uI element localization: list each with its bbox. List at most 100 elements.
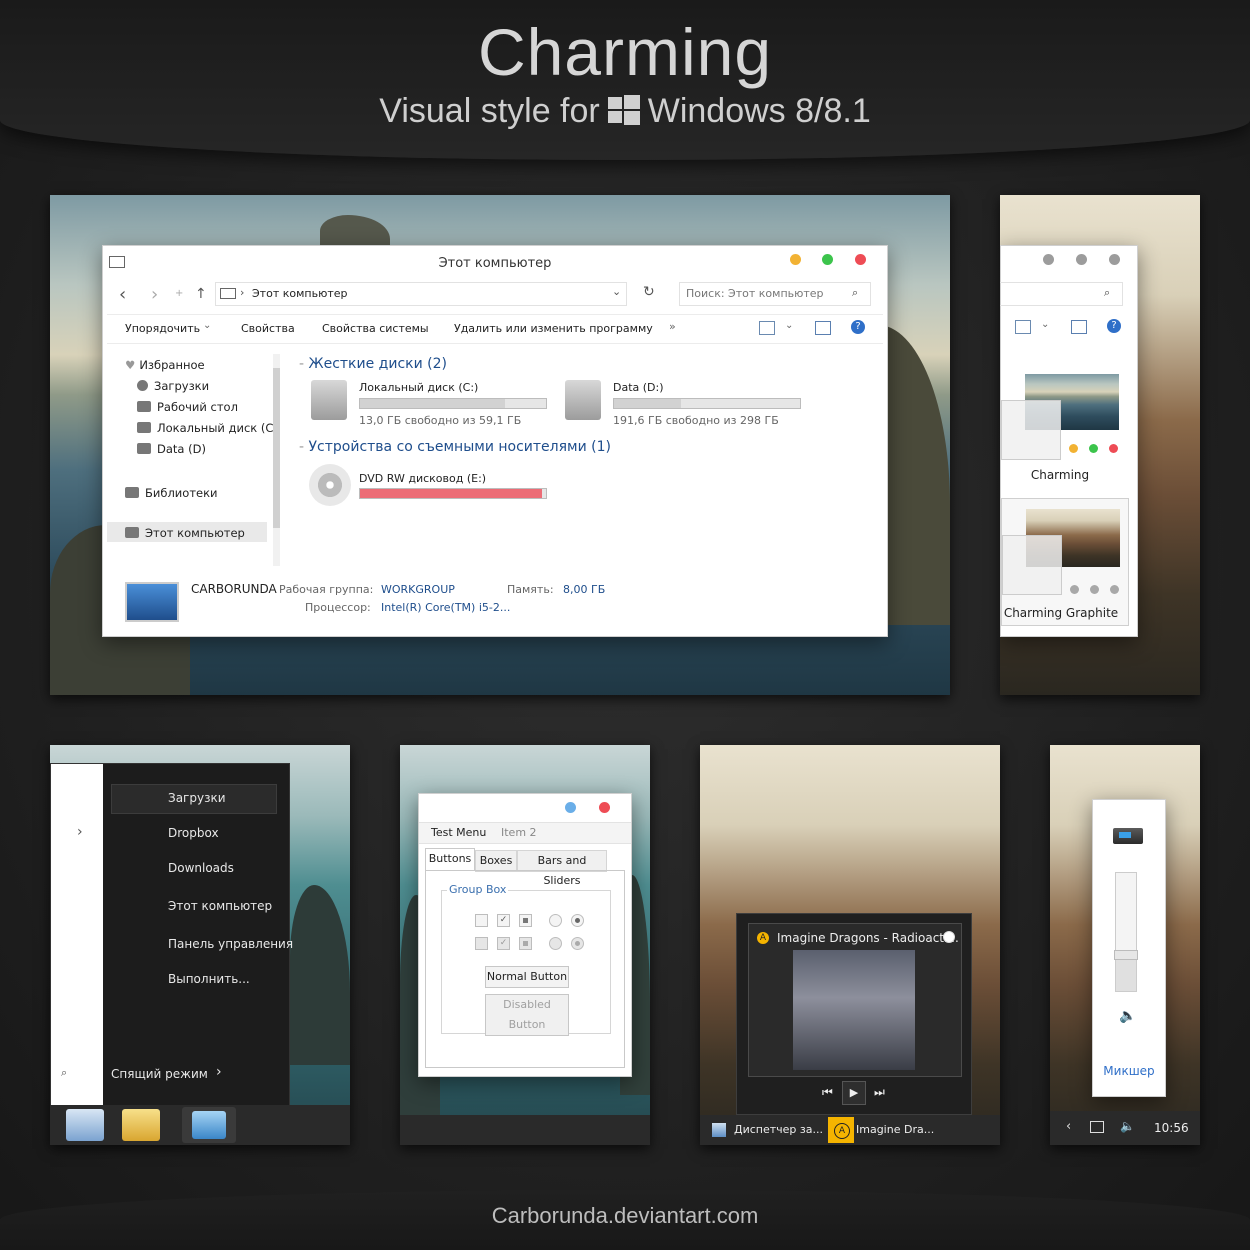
chevron-down-icon[interactable]: ⌄ <box>612 285 621 298</box>
taskbar-player-icon[interactable]: A <box>828 1117 854 1143</box>
nav-pane: ♥ Избранное Загрузки Рабочий стол Локальн… <box>107 346 287 571</box>
preview-pane-icon[interactable] <box>1071 320 1087 334</box>
play-icon[interactable]: ▶ <box>842 1081 866 1105</box>
chevron-down-icon[interactable]: ⌄ <box>785 320 793 331</box>
view-icon[interactable] <box>1015 320 1031 334</box>
nav-scrollbar[interactable] <box>273 354 280 566</box>
group-hard-drives[interactable]: - Жесткие диски (2) <box>299 356 447 372</box>
group-removable[interactable]: - Устройства со съемными носителями (1) <box>299 439 611 455</box>
search-input[interactable]: Поиск: Этот компьютер ⌕ <box>679 282 871 306</box>
personalize-window: ⌕ ⌄ ? Charming Charming Graphite <box>1000 245 1138 637</box>
more-button[interactable]: » <box>669 320 676 333</box>
radio-unchecked[interactable] <box>549 914 562 927</box>
search-icon[interactable]: ⌕ <box>61 1066 67 1080</box>
checkbox-checked[interactable]: ✓ <box>497 914 510 927</box>
checkbox-indeterminate[interactable] <box>519 914 532 927</box>
close-button[interactable] <box>1109 254 1120 265</box>
performance-monitor-icon[interactable] <box>66 1109 104 1141</box>
chevron-right-icon[interactable]: › <box>216 1064 222 1080</box>
drive-d-icon[interactable] <box>565 380 601 420</box>
start-item-this-pc[interactable]: Этот компьютер <box>168 899 272 913</box>
nav-this-pc[interactable]: Этот компьютер <box>125 526 245 540</box>
start-menu: › ⌕ <box>50 763 290 1107</box>
controls-preview: Test Menu Item 2 Buttons Boxes Bars and … <box>400 745 650 1145</box>
taskbar-task-manager[interactable]: Диспетчер за... <box>734 1123 823 1136</box>
search-input[interactable]: ⌕ <box>1000 282 1123 306</box>
nav-local-disk[interactable]: Локальный диск (C) <box>137 421 278 435</box>
help-icon[interactable]: ? <box>1107 319 1121 333</box>
dvd-name[interactable]: DVD RW дисковод (E:) <box>359 472 486 485</box>
minimize-button[interactable] <box>790 254 801 265</box>
network-icon[interactable] <box>1090 1121 1104 1133</box>
properties-button[interactable]: Свойства <box>241 322 295 335</box>
system-properties-button[interactable]: Свойства системы <box>322 322 429 335</box>
footer-credit[interactable]: Carborunda.deviantart.com <box>0 1203 1250 1229</box>
speaker-icon[interactable]: 🔈 <box>1119 1008 1136 1024</box>
folder-icon[interactable] <box>122 1109 160 1141</box>
normal-button[interactable]: Normal Button <box>485 966 569 988</box>
previous-icon[interactable]: ⏮ <box>822 1085 833 1100</box>
taskbar-player[interactable]: Imagine Dra... <box>856 1123 934 1136</box>
theme-tile-charming[interactable]: Charming <box>1001 358 1129 486</box>
refresh-icon[interactable]: ↻ <box>643 284 655 300</box>
drive-c-name[interactable]: Локальный диск (C:) <box>359 381 478 394</box>
maximize-button[interactable] <box>565 802 576 813</box>
checkbox-disabled <box>475 937 488 950</box>
subtitle-right: Windows 8/8.1 <box>647 92 871 130</box>
control-panel-icon[interactable] <box>192 1111 226 1139</box>
theme-name: Charming <box>1030 468 1090 482</box>
mixer-link[interactable]: Микшер <box>1093 1064 1165 1078</box>
show-hidden-icons-icon[interactable]: ‹ <box>1066 1119 1071 1134</box>
recent-icon[interactable]: + <box>175 288 183 299</box>
view-icon[interactable] <box>759 321 775 335</box>
back-icon[interactable]: ‹ <box>119 284 126 305</box>
theme-tile-graphite[interactable]: Charming Graphite <box>1001 498 1129 626</box>
tab-boxes[interactable]: Boxes <box>475 850 517 872</box>
drive-c-icon[interactable] <box>311 380 347 420</box>
preview-pane-icon[interactable] <box>815 321 831 335</box>
volume-icon[interactable]: 🔈 <box>1120 1119 1135 1133</box>
start-item-control-panel[interactable]: Панель управления <box>168 937 293 951</box>
drive-d-name[interactable]: Data (D:) <box>613 381 664 394</box>
menu-item-2[interactable]: Item 2 <box>501 826 537 839</box>
nav-data[interactable]: Data (D) <box>137 442 206 456</box>
dvd-usage-bar <box>359 488 547 499</box>
chevron-down-icon[interactable]: ⌄ <box>1041 319 1049 330</box>
start-item-downloads-en[interactable]: Downloads <box>168 861 234 875</box>
search-icon[interactable]: ⌕ <box>852 286 858 300</box>
start-item-downloads[interactable]: Загрузки <box>168 791 226 805</box>
uninstall-button[interactable]: Удалить или изменить программу <box>454 322 653 335</box>
close-icon[interactable] <box>943 931 955 943</box>
chevron-right-icon[interactable]: › <box>77 824 83 840</box>
tab-buttons[interactable]: Buttons <box>425 848 475 871</box>
next-icon[interactable]: ⏭ <box>874 1085 885 1100</box>
up-icon[interactable]: ↑ <box>195 286 207 302</box>
menu-test[interactable]: Test Menu <box>431 826 486 839</box>
tab-bars-sliders[interactable]: Bars and Sliders <box>517 850 607 887</box>
checkbox-unchecked[interactable] <box>475 914 488 927</box>
radio-checked[interactable] <box>571 914 584 927</box>
close-button[interactable] <box>855 254 866 265</box>
maximize-button[interactable] <box>1076 254 1087 265</box>
forward-icon[interactable]: › <box>151 284 158 305</box>
start-item-dropbox[interactable]: Dropbox <box>168 826 219 840</box>
volume-slider-track[interactable] <box>1114 872 1138 992</box>
speaker-device-icon[interactable] <box>1113 828 1143 844</box>
search-icon[interactable]: ⌕ <box>1104 286 1110 300</box>
sleep-button[interactable]: Спящий режим <box>111 1067 208 1081</box>
minimize-button[interactable] <box>1043 254 1054 265</box>
start-item-run[interactable]: Выполнить... <box>168 972 250 986</box>
maximize-button[interactable] <box>822 254 833 265</box>
organize-button[interactable]: Упорядочить <box>125 322 200 335</box>
help-icon[interactable]: ? <box>851 320 865 334</box>
clock[interactable]: 10:56 <box>1154 1121 1189 1135</box>
close-button[interactable] <box>599 802 610 813</box>
dvd-icon[interactable] <box>309 464 351 506</box>
breadcrumb: Этот компьютер <box>252 287 348 300</box>
nav-libraries[interactable]: Библиотеки <box>125 486 218 500</box>
nav-desktop[interactable]: Рабочий стол <box>137 400 238 414</box>
menu-bar: Test Menu Item 2 <box>419 822 631 844</box>
address-bar[interactable]: › Этот компьютер ⌄ <box>215 282 627 306</box>
nav-favorites[interactable]: ♥ Избранное <box>125 358 205 372</box>
nav-downloads[interactable]: Загрузки <box>137 379 209 393</box>
